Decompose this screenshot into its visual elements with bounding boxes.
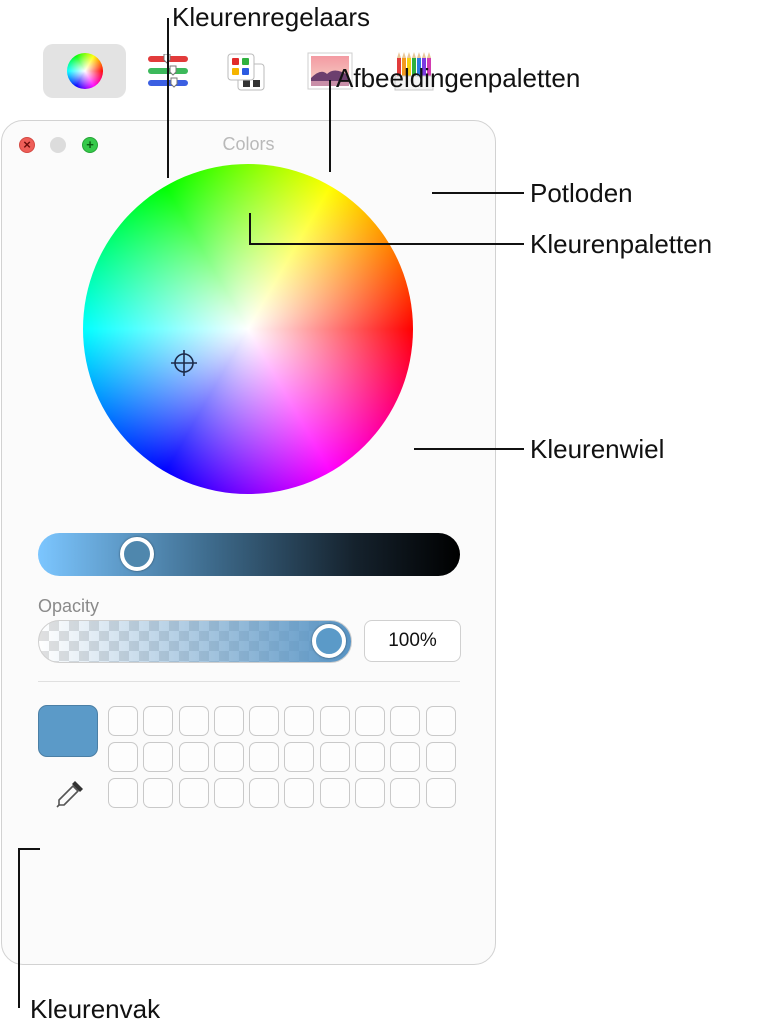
- current-color-swatch[interactable]: [38, 705, 98, 757]
- swatch-slot[interactable]: [143, 778, 174, 808]
- crosshair-icon[interactable]: [170, 349, 198, 377]
- callout-line-pencils: [432, 192, 524, 194]
- eyedropper-icon[interactable]: [54, 776, 88, 810]
- swatch-slot[interactable]: [390, 706, 421, 736]
- opacity-slider-knob[interactable]: [312, 624, 346, 658]
- callout-line-palettes-h: [249, 243, 524, 245]
- swatch-slot[interactable]: [319, 742, 350, 772]
- window-title: Colors: [222, 134, 275, 154]
- swatch-slot[interactable]: [319, 706, 350, 736]
- callout-wheel: Kleurenwiel: [530, 434, 665, 464]
- color-swatch-grid: [108, 706, 456, 808]
- swatch-slot[interactable]: [355, 706, 386, 736]
- tab-color-sliders[interactable]: [140, 44, 200, 98]
- color-wheel[interactable]: [83, 164, 413, 494]
- callout-pencils: Potloden: [530, 178, 633, 208]
- swatch-slot[interactable]: [213, 778, 244, 808]
- swatch-slot[interactable]: [178, 778, 209, 808]
- callout-line-palettes-v: [249, 213, 251, 245]
- callout-swatch: Kleurenvak: [30, 994, 161, 1024]
- swatch-slot[interactable]: [213, 742, 244, 772]
- swatch-slot[interactable]: [284, 742, 315, 772]
- callout-line-sliders: [167, 18, 169, 178]
- swatch-slot[interactable]: [108, 742, 138, 772]
- brightness-slider[interactable]: [38, 533, 460, 576]
- callout-line-swatch-v: [18, 848, 20, 1008]
- tab-color-wheel[interactable]: [43, 44, 126, 98]
- swatch-slot[interactable]: [355, 742, 386, 772]
- swatch-slot[interactable]: [249, 742, 280, 772]
- divider: [38, 681, 460, 682]
- callout-image-palettes: Afbeeldingenpaletten: [336, 63, 581, 93]
- swatch-slot[interactable]: [390, 778, 421, 808]
- swatch-slot[interactable]: [425, 778, 456, 808]
- swatch-slot[interactable]: [249, 778, 280, 808]
- swatch-slot[interactable]: [143, 742, 174, 772]
- callout-line-image-palettes: [329, 80, 331, 172]
- swatch-slot[interactable]: [284, 706, 315, 736]
- swatch-slot[interactable]: [178, 742, 209, 772]
- swatch-slot[interactable]: [178, 706, 209, 736]
- tab-color-palettes[interactable]: [222, 44, 272, 98]
- color-palettes-icon: [227, 53, 265, 91]
- swatch-slot[interactable]: [284, 778, 315, 808]
- opacity-label: Opacity: [38, 596, 100, 616]
- brightness-slider-knob[interactable]: [120, 537, 154, 571]
- swatch-slot[interactable]: [108, 778, 138, 808]
- color-wheel-icon: [67, 53, 103, 89]
- opacity-slider[interactable]: [38, 620, 352, 663]
- swatch-slot[interactable]: [425, 742, 456, 772]
- swatch-slot[interactable]: [390, 742, 421, 772]
- swatch-slot[interactable]: [249, 706, 280, 736]
- callout-sliders: Kleurenregelaars: [172, 2, 371, 32]
- swatch-slot[interactable]: [425, 706, 456, 736]
- swatch-slot[interactable]: [143, 706, 174, 736]
- swatch-slot[interactable]: [355, 778, 386, 808]
- callout-palettes: Kleurenpaletten: [530, 229, 713, 259]
- swatch-slot[interactable]: [213, 706, 244, 736]
- callout-line-wheel: [414, 448, 524, 450]
- opacity-field[interactable]: 100%: [364, 620, 461, 662]
- swatch-slot[interactable]: [319, 778, 350, 808]
- callout-line-swatch-h: [18, 848, 40, 850]
- swatch-slot[interactable]: [108, 706, 138, 736]
